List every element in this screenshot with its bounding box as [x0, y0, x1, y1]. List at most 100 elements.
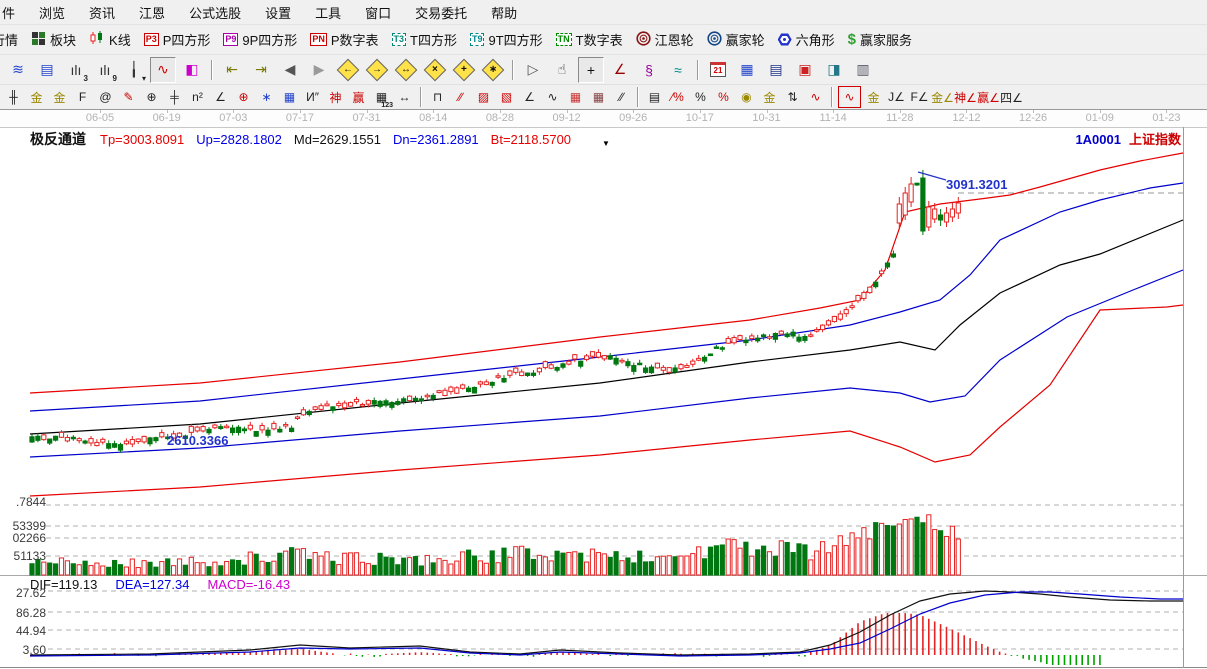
cycle-circle-icon[interactable]: ⊕ — [141, 87, 162, 107]
chart-area[interactable]: 极反通道 Tp=3003.8091Up=2828.1802Md=2629.155… — [0, 127, 1207, 669]
menu-item-工具[interactable]: 工具 — [315, 3, 341, 22]
j-angle-icon[interactable]: J∠ — [886, 87, 907, 107]
calculator-icon[interactable]: ▦ — [734, 57, 760, 83]
menu-item-窗口[interactable]: 窗口 — [365, 3, 391, 22]
angle-mirror-icon[interactable]: ∠ — [210, 87, 231, 107]
quickbar-winner-wheel[interactable]: 赢家轮 — [707, 30, 765, 49]
print-icon[interactable]: ▥ — [850, 57, 876, 83]
gold-top-icon[interactable]: 金 — [759, 87, 780, 107]
box-fan-icon[interactable]: ▨ — [473, 87, 494, 107]
menu-item-浏览[interactable]: 浏览 — [39, 3, 65, 22]
gold-lines-icon[interactable]: 金 — [26, 87, 47, 107]
dark-grid-icon[interactable]: ▦ — [588, 87, 609, 107]
gold-angle-icon[interactable]: 金∠ — [932, 87, 953, 107]
parallel-lines-icon[interactable]: ╫ — [3, 87, 24, 107]
pan-left-icon[interactable]: ← — [335, 57, 361, 83]
ying-angle-icon[interactable]: 赢∠ — [978, 87, 999, 107]
save-icon[interactable]: ▣ — [792, 57, 818, 83]
quote-list-icon[interactable]: ▤ — [34, 57, 60, 83]
cursor-icon[interactable]: ▷ — [520, 57, 546, 83]
n-square-icon[interactable]: n² — [187, 87, 208, 107]
export-chart-icon[interactable]: ◨ — [821, 57, 847, 83]
fibo-f-icon[interactable]: F — [72, 87, 93, 107]
menu-item-资讯[interactable]: 资讯 — [89, 3, 115, 22]
grid-123-icon[interactable]: ▦123 — [371, 87, 392, 107]
quickbar-sectors[interactable]: 板块 — [31, 30, 76, 49]
red-grid-icon[interactable]: ▦ — [565, 87, 586, 107]
f-angle-icon[interactable]: F∠ — [909, 87, 930, 107]
si-angle-icon[interactable]: 四∠ — [1001, 87, 1022, 107]
quickbar-t-square[interactable]: T3T四方形 — [392, 30, 457, 49]
quickbar-market-quotes[interactable]: 行情 — [0, 30, 18, 49]
menu-item-公式选股[interactable]: 公式选股 — [189, 3, 241, 22]
collapse-arrow-icon[interactable]: ▼ — [602, 139, 610, 148]
shen-icon[interactable]: 神 — [325, 87, 346, 107]
gate-icon[interactable]: ⊓ — [427, 87, 448, 107]
blue-grid-icon[interactable]: ▦ — [279, 87, 300, 107]
menu-item-设置[interactable]: 设置 — [265, 3, 291, 22]
wave-box-icon[interactable]: ∿ — [838, 86, 861, 108]
quickbar-9t-square[interactable]: T99T四方形 — [470, 30, 543, 49]
quickbar-p-square[interactable]: P3P四方形 — [144, 30, 211, 49]
quickbar-9p-square[interactable]: P99P四方形 — [223, 30, 297, 49]
gold-circle-icon[interactable]: ◉ — [736, 87, 757, 107]
red-target-icon[interactable]: ⊕ — [233, 87, 254, 107]
next-page-icon[interactable]: ▶ — [306, 57, 332, 83]
period-3-icon[interactable]: ılı3 — [63, 57, 89, 83]
pan-both-icon[interactable]: ↔ — [393, 57, 419, 83]
first-page-icon[interactable]: ⇤ — [219, 57, 245, 83]
menu-item-件[interactable]: 件 — [2, 3, 15, 22]
updown-pen-icon[interactable]: ⇅ — [782, 87, 803, 107]
calendar-icon[interactable]: 21 — [705, 57, 731, 83]
angle-set-icon[interactable]: ∠ — [519, 87, 540, 107]
ying-icon[interactable]: 赢 — [348, 87, 369, 107]
gann-tool-icon[interactable]: § — [636, 57, 662, 83]
quickbar-kline[interactable]: K线 — [89, 30, 131, 49]
pct-line-icon[interactable]: % — [713, 87, 734, 107]
period-9-icon[interactable]: ılı9 — [92, 57, 118, 83]
menu-item-帮助[interactable]: 帮助 — [491, 3, 517, 22]
zoom-all-icon[interactable]: ∗ — [480, 57, 506, 83]
intraday-icon[interactable]: ∿ — [150, 57, 176, 83]
quickbar-gann-wheel[interactable]: 江恩轮 — [636, 30, 694, 49]
shen-angle-icon[interactable]: 神∠ — [955, 87, 976, 107]
crosshair-icon[interactable]: + — [578, 57, 604, 83]
zoom-cross-icon[interactable]: + — [451, 57, 477, 83]
hexagon-icon — [778, 33, 792, 46]
ruler-icon[interactable]: ╪ — [164, 87, 185, 107]
p-square-icon: P3 — [144, 33, 159, 46]
angle-tool-icon[interactable]: ∠ — [607, 57, 633, 83]
scale-list-icon[interactable]: ▤ — [644, 87, 665, 107]
slants-icon[interactable]: ∕∕ — [611, 87, 632, 107]
market-view-icon[interactable]: ≋ — [5, 57, 31, 83]
quickbar-p-number-table[interactable]: PNP数字表 — [310, 30, 378, 49]
red-fan-icon[interactable]: ∕∕ — [450, 87, 471, 107]
gold-channel-icon[interactable]: 金 — [49, 87, 70, 107]
quickbar-winner-service[interactable]: $赢家服务 — [848, 30, 912, 49]
menu-item-江恩[interactable]: 江恩 — [139, 3, 165, 22]
zigzag-icon[interactable]: ∿ — [542, 87, 563, 107]
quickbar-hexagon[interactable]: 六角形 — [778, 30, 835, 49]
pct-slash-icon[interactable]: ⁄% — [667, 87, 688, 107]
spiral-icon[interactable]: @ — [95, 87, 116, 107]
box-fan2-icon[interactable]: ▧ — [496, 87, 517, 107]
red-brush-icon[interactable]: ✎ — [118, 87, 139, 107]
pan-right-icon[interactable]: → — [364, 57, 390, 83]
volume-profile-icon[interactable]: ◧ — [179, 57, 205, 83]
notes-icon[interactable]: ▤ — [763, 57, 789, 83]
span-arrows-icon[interactable]: ↔ — [394, 87, 415, 107]
red-wave-icon[interactable]: ∿ — [805, 87, 826, 107]
blue-star-icon[interactable]: ∗ — [256, 87, 277, 107]
prev-page-icon[interactable]: ◀ — [277, 57, 303, 83]
menu-item-交易委托[interactable]: 交易委托 — [415, 3, 467, 22]
indicator-value: Up=2828.1802 — [196, 132, 282, 147]
pan-hand-icon[interactable]: ☝ — [549, 57, 575, 83]
zoom-diag-icon[interactable]: × — [422, 57, 448, 83]
last-page-icon[interactable]: ⇥ — [248, 57, 274, 83]
quickbar-t-number-table[interactable]: TNT数字表 — [556, 30, 623, 49]
kline-style-icon[interactable]: ╽▾ — [121, 57, 147, 83]
k-pair-icon[interactable]: И″ — [302, 87, 323, 107]
pct-icon[interactable]: % — [690, 87, 711, 107]
wave-tool-icon[interactable]: ≈ — [665, 57, 691, 83]
gold-underline-icon[interactable]: 金 — [863, 87, 884, 107]
